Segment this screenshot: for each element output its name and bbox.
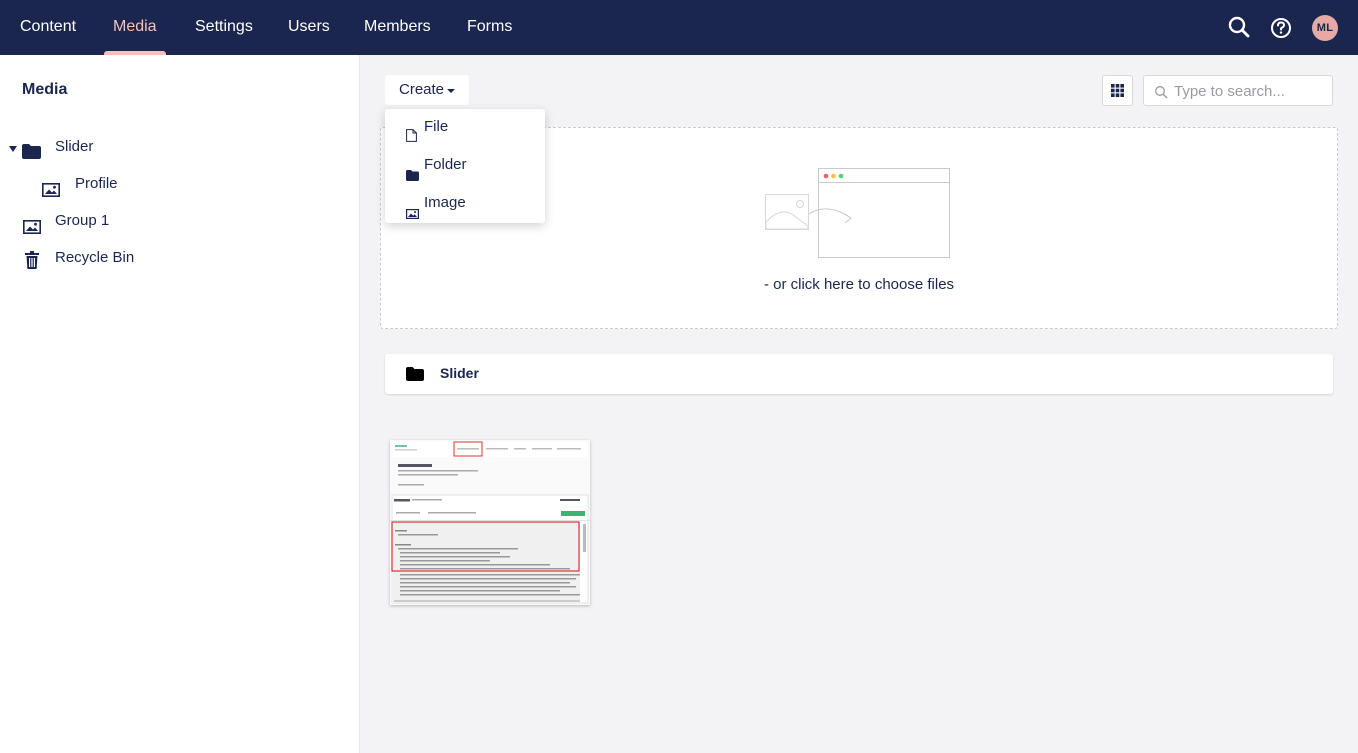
- search-input[interactable]: [1174, 80, 1326, 102]
- menu-item-label: Folder: [424, 156, 467, 173]
- nav-forms[interactable]: Forms: [467, 0, 512, 55]
- top-navigation-bar: Content Media Settings Users Members For…: [0, 0, 1358, 55]
- sidebar: Media Slider Profile Group 1 Recycle Bin: [0, 55, 360, 753]
- tree-item-group-1[interactable]: Group 1: [22, 206, 322, 236]
- folder-row-slider[interactable]: Slider: [385, 354, 1333, 394]
- search-icon: [1155, 86, 1168, 99]
- folder-row-label: Slider: [440, 365, 479, 381]
- nav-content[interactable]: Content: [20, 0, 76, 55]
- tree-item-label: Group 1: [55, 212, 110, 229]
- tree-item-label: Slider: [55, 138, 94, 155]
- help-icon[interactable]: [1268, 14, 1294, 40]
- image-icon: [406, 197, 420, 233]
- grid-icon: [1111, 84, 1124, 97]
- search-box: [1143, 75, 1333, 106]
- screenshot-thumbnail: [390, 440, 590, 605]
- media-item-thumbnail[interactable]: [390, 440, 590, 605]
- menu-item-file[interactable]: File: [385, 109, 545, 145]
- expand-caret-icon[interactable]: [9, 146, 17, 152]
- trash-icon: [25, 250, 39, 280]
- menu-item-label: File: [424, 118, 449, 135]
- tree-item-label: Profile: [75, 175, 118, 192]
- dropzone-text[interactable]: - or click here to choose files: [381, 276, 1337, 293]
- tree-item-recycle-bin[interactable]: Recycle Bin: [22, 243, 322, 273]
- menu-item-label: Image: [424, 194, 466, 211]
- menu-item-folder[interactable]: Folder: [385, 147, 545, 183]
- nav-media[interactable]: Media: [104, 0, 166, 55]
- grid-view-toggle[interactable]: [1102, 75, 1133, 106]
- nav-members[interactable]: Members: [364, 0, 431, 55]
- create-button-label: Create: [399, 81, 445, 98]
- create-dropdown-menu: File Folder Image: [385, 109, 545, 223]
- image-icon: [23, 215, 41, 245]
- image-icon: [42, 178, 60, 208]
- tree-item-label: Recycle Bin: [55, 249, 135, 266]
- user-avatar[interactable]: ML: [1312, 15, 1338, 41]
- search-icon[interactable]: [1226, 14, 1252, 40]
- folder-icon: [22, 140, 41, 170]
- create-button[interactable]: Create: [385, 75, 469, 105]
- upload-illustration-icon: [765, 168, 950, 258]
- menu-item-image[interactable]: Image: [385, 185, 545, 221]
- chevron-down-icon: [447, 89, 455, 93]
- nav-settings[interactable]: Settings: [195, 0, 253, 55]
- nav-users[interactable]: Users: [288, 0, 330, 55]
- sidebar-title: Media: [22, 81, 68, 98]
- folder-icon: [406, 367, 424, 386]
- tree-item-slider[interactable]: Slider: [22, 132, 322, 162]
- tree-item-profile[interactable]: Profile: [42, 169, 322, 199]
